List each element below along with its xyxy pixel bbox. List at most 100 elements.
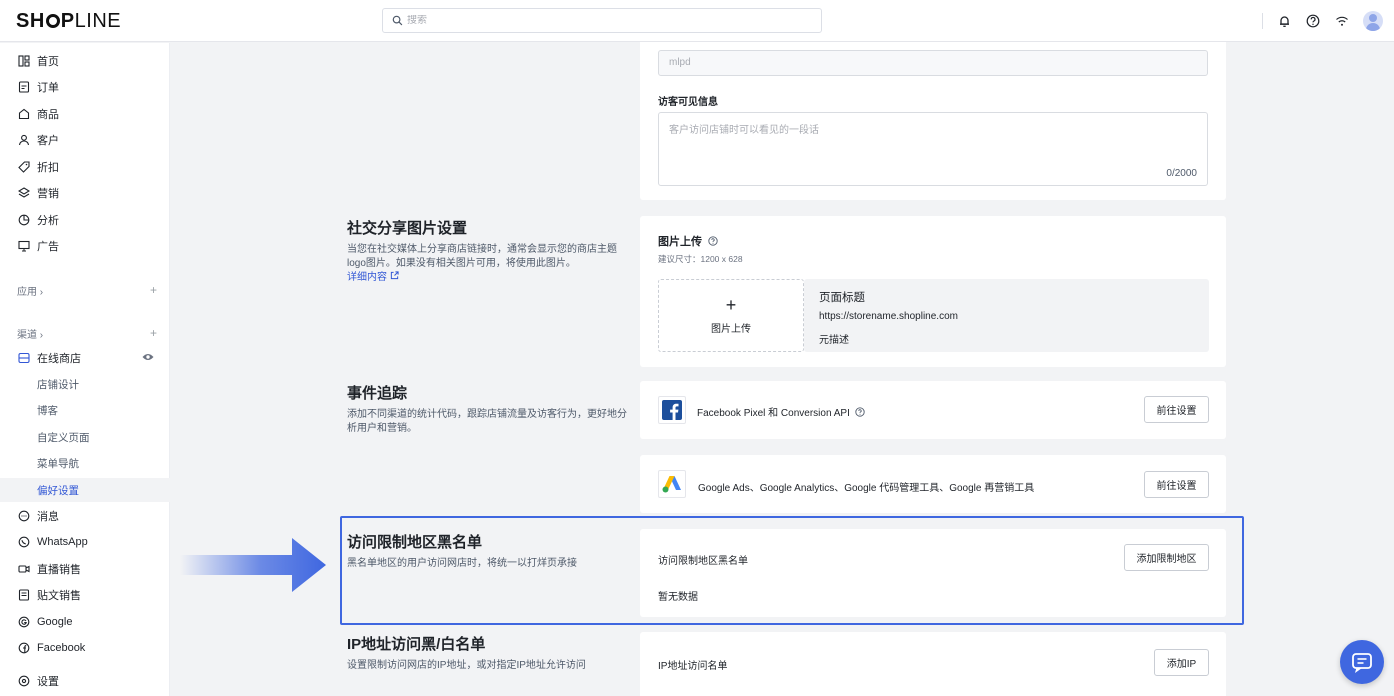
sidebar-item-label: 折扣 <box>37 162 59 174</box>
sidebar-item-label: 客户 <box>37 135 59 147</box>
logo-text-bold: SH <box>16 10 45 32</box>
sidebar-item-label: 首页 <box>37 56 59 68</box>
store-info-card: mlpd 访客可见信息 客户访问店铺时可以看见的一段话 0/2000 <box>640 42 1226 200</box>
details-link-label: 详细内容 <box>347 272 387 283</box>
sidebar-item-label: Facebook <box>37 642 86 654</box>
sidebar-item-analytics[interactable]: 分析 <box>0 208 170 232</box>
help-circle-icon[interactable] <box>854 407 865 417</box>
sidebar-item-online-store[interactable]: 在线商店 <box>0 346 170 370</box>
apps-group[interactable]: 应用 › + <box>17 283 157 298</box>
search-icon <box>392 15 403 26</box>
logo-text-mid: P <box>60 10 75 32</box>
facebook-goto-settings-button[interactable]: 前往设置 <box>1144 396 1209 423</box>
sidebar-item-label: WhatsApp <box>37 536 88 548</box>
social-share-desc: 当您在社交媒体上分享商店链接时，通常会显示您的商店主题logo图片。如果没有相关… <box>347 243 632 285</box>
sidebar-subitem-blog[interactable]: 博客 <box>0 398 170 422</box>
home-icon <box>17 54 31 68</box>
sidebar-item-label: 广告 <box>37 241 59 253</box>
preview-title: 页面标题 <box>819 292 865 304</box>
details-link[interactable]: 详细内容 <box>347 271 399 283</box>
google-goto-settings-button[interactable]: 前往设置 <box>1144 471 1209 498</box>
facebook-pixel-label: Facebook Pixel 和 Conversion API <box>697 404 865 419</box>
apps-group-label: 应用 › <box>17 287 44 298</box>
sidebar-item-discounts[interactable]: 折扣 <box>0 155 170 179</box>
sidebar-subitem-theme[interactable]: 店铺设计 <box>0 372 170 396</box>
facebook-pixel-card: Facebook Pixel 和 Conversion API 前往设置 <box>640 381 1226 439</box>
avatar-body <box>1366 23 1380 31</box>
support-chat-button[interactable] <box>1340 640 1384 684</box>
sidebar-item-google[interactable]: Google <box>0 610 170 634</box>
eye-icon[interactable] <box>142 352 154 365</box>
customer-icon <box>17 133 31 147</box>
preview-url: https://storename.shopline.com <box>819 311 958 322</box>
user-avatar[interactable] <box>1363 11 1383 31</box>
sidebar-item-settings[interactable]: 设置 <box>0 669 170 693</box>
whatsapp-icon <box>17 535 31 549</box>
marketing-icon <box>17 186 31 200</box>
wifi-icon[interactable] <box>1333 12 1351 30</box>
order-icon <box>17 80 31 94</box>
search-bar[interactable] <box>382 8 822 33</box>
sidebar-item-label: 订单 <box>37 82 59 94</box>
ads-icon <box>17 239 31 253</box>
logo-o-mark <box>45 14 60 28</box>
bell-icon[interactable] <box>1275 12 1293 30</box>
image-upload-button[interactable]: + 图片上传 <box>658 279 804 352</box>
sidebar-item-orders[interactable]: 订单 <box>0 75 170 99</box>
store-name-field[interactable]: mlpd <box>658 50 1208 76</box>
analytics-icon <box>17 213 31 227</box>
sidebar-item-post-selling[interactable]: 贴文销售 <box>0 583 170 607</box>
sidebar-subitem-pages[interactable]: 自定义页面 <box>0 425 170 449</box>
social-image-card: 图片上传 建议尺寸：1200 x 628 + 图片上传 页面标题 https:/… <box>640 216 1226 367</box>
sidebar-item-facebook[interactable]: Facebook <box>0 636 170 660</box>
sidebar-item-ads[interactable]: 广告 <box>0 234 170 258</box>
discount-icon <box>17 160 31 174</box>
add-channel-icon[interactable]: + <box>150 326 157 341</box>
facebook-logo-icon <box>658 396 686 424</box>
channels-group[interactable]: 渠道 › + <box>17 326 157 341</box>
sidebar-item-label: 消息 <box>37 511 59 523</box>
shopline-logo[interactable]: SH PLINE <box>16 10 121 33</box>
ip-list-desc: 设置限制访问网店的IP地址，或对指定IP地址允许访问 <box>347 660 586 671</box>
sidebar-item-whatsapp[interactable]: WhatsApp <box>0 530 170 554</box>
sidebar-item-marketing[interactable]: 营销 <box>0 181 170 205</box>
sidebar-item-label: 在线商店 <box>37 353 81 365</box>
preview-desc: 元描述 <box>819 335 849 346</box>
product-icon <box>17 107 31 121</box>
sidebar-item-label: Google <box>37 616 73 628</box>
sidebar-item-home[interactable]: 首页 <box>0 49 170 73</box>
pointer-arrow <box>180 538 326 592</box>
sidebar-item-label: 分析 <box>37 215 59 227</box>
sidebar-item-messages[interactable]: 消息 <box>0 504 170 528</box>
sidebar-item-products[interactable]: 商品 <box>0 102 170 126</box>
facebook-pixel-label-text: Facebook Pixel 和 Conversion API <box>697 408 850 419</box>
top-bar: SH PLINE <box>0 0 1394 42</box>
store-icon <box>17 351 31 365</box>
sidebar-item-customers[interactable]: 客户 <box>0 128 170 152</box>
topbar-divider <box>1262 13 1263 29</box>
ip-list-title: IP地址访问黑/白名单 <box>347 636 486 653</box>
channels-group-label: 渠道 › <box>17 330 44 341</box>
avatar-head <box>1369 14 1377 22</box>
sidebar-item-live-selling[interactable]: 直播销售 <box>0 557 170 581</box>
share-preview: 页面标题 https://storename.shopline.com 元描述 <box>804 279 1209 352</box>
help-icon[interactable] <box>1304 12 1322 30</box>
sidebar-subitem-menu[interactable]: 菜单导航 <box>0 451 170 475</box>
event-tracking-title: 事件追踪 <box>347 385 408 402</box>
external-link-icon <box>390 271 399 280</box>
search-input[interactable] <box>407 15 807 26</box>
sidebar-item-label: 贴文销售 <box>37 590 81 602</box>
google-ads-logo-icon <box>658 470 686 498</box>
facebook-icon <box>17 641 31 655</box>
help-circle-icon[interactable] <box>708 236 718 246</box>
sidebar-subitem-preferences[interactable]: 偏好设置 <box>0 478 170 502</box>
visitor-info-textarea[interactable]: 客户访问店铺时可以看见的一段话 0/2000 <box>658 112 1208 186</box>
chat-icon <box>1352 653 1372 673</box>
add-ip-button[interactable]: 添加IP <box>1154 649 1209 676</box>
logo-text-light: LINE <box>74 10 122 32</box>
add-app-icon[interactable]: + <box>150 283 157 298</box>
social-share-desc-text: 当您在社交媒体上分享商店链接时，通常会显示您的商店主题logo图片。如果没有相关… <box>347 244 617 269</box>
char-counter: 0/2000 <box>1166 168 1197 179</box>
sidebar-item-label: 直播销售 <box>37 564 81 576</box>
google-icon <box>17 615 31 629</box>
